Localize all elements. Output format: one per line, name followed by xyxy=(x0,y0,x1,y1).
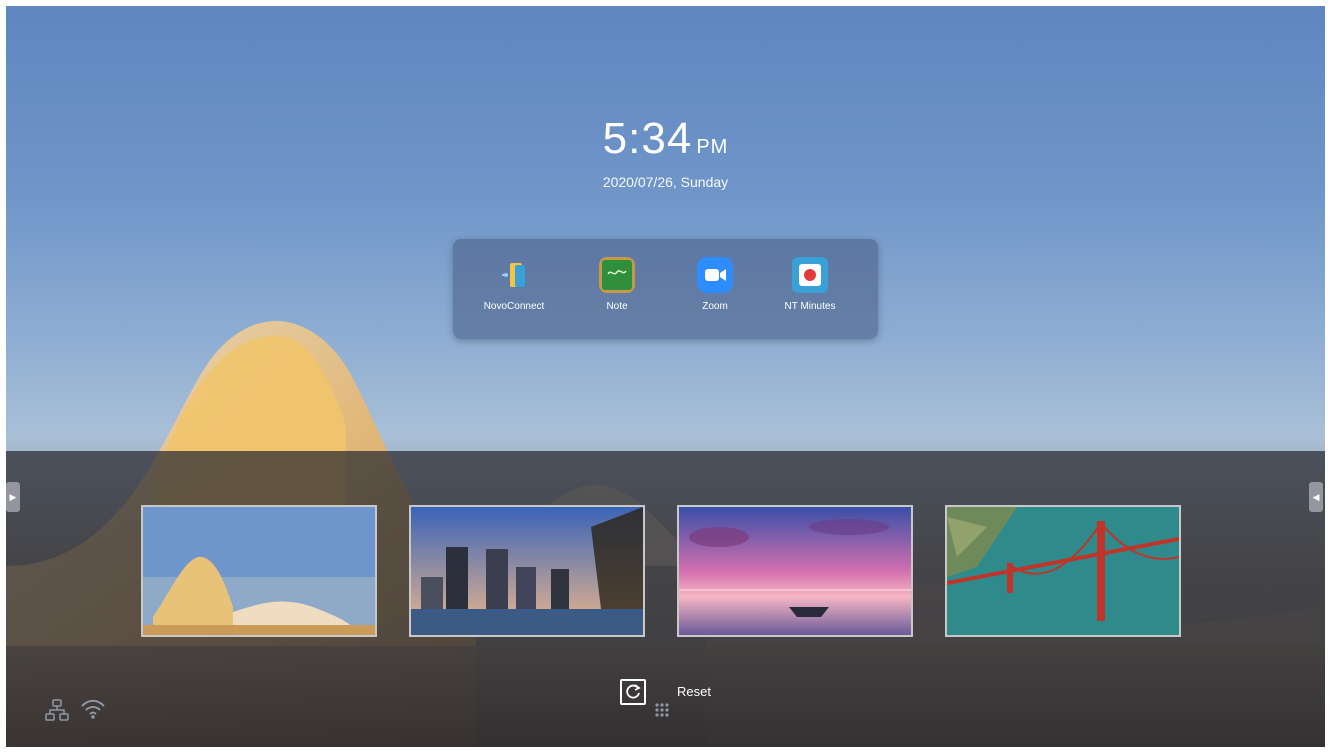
clock-ampm: PM xyxy=(696,136,729,158)
home-screen: 5:34 PM 2020/07/26, Sunday NovoConnect N… xyxy=(6,6,1325,747)
app-label-novoconnect: NovoConnect xyxy=(483,301,545,312)
wallpaper-thumbnail-city-skyline[interactable] xyxy=(409,505,645,637)
record-icon xyxy=(792,257,828,293)
chevron-right-icon[interactable]: ▶ xyxy=(6,482,20,512)
clock-time: 5:34 PM xyxy=(6,114,1325,164)
refresh-icon xyxy=(620,679,646,705)
app-nt-minutes[interactable]: NT Minutes xyxy=(765,257,855,312)
app-label-nt-minutes: NT Minutes xyxy=(784,301,836,312)
clock-date: 2020/07/26, Sunday xyxy=(602,174,729,190)
app-note[interactable]: Note xyxy=(572,257,662,312)
wallpaper-thumbnail-sunset-boat[interactable] xyxy=(677,505,913,637)
chalkboard-icon xyxy=(599,257,635,293)
app-novoconnect[interactable]: NovoConnect xyxy=(469,257,559,312)
app-label-zoom: Zoom xyxy=(702,301,728,312)
chevron-left-icon[interactable]: ◀ xyxy=(1309,482,1323,512)
wallpaper-thumbnail-curved-building[interactable] xyxy=(141,505,377,637)
wallpaper-thumbnail-golden-gate-bridge[interactable] xyxy=(945,505,1181,637)
clock-hours-minutes: 5:34 xyxy=(602,114,693,163)
network-icon[interactable] xyxy=(44,698,70,724)
app-zoom[interactable]: Zoom xyxy=(670,257,760,312)
wifi-icon[interactable] xyxy=(80,698,106,720)
app-label-note: Note xyxy=(606,301,628,312)
novoconnect-icon xyxy=(496,257,532,293)
reset-label: Reset xyxy=(677,684,711,699)
video-camera-icon xyxy=(697,257,733,293)
app-dock: NovoConnect Note Zoom NT Minutes xyxy=(453,239,878,339)
grid-icon[interactable] xyxy=(651,699,673,721)
